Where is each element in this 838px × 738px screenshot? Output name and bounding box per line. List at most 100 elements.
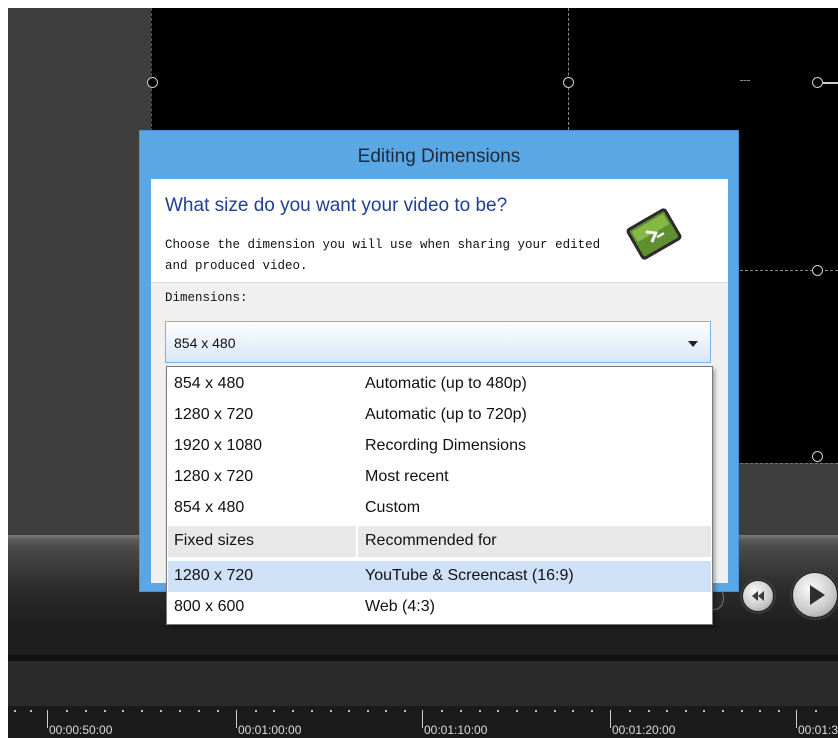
dropdown-option[interactable]: 800 x 600 Web (4:3) <box>168 592 711 623</box>
option-description: Automatic (up to 720p) <box>365 406 527 423</box>
ruler-tick <box>554 710 556 712</box>
ruler-tick <box>30 710 32 712</box>
ruler-tick <box>516 710 518 712</box>
ruler-tick <box>367 710 369 712</box>
left-panel <box>8 8 151 535</box>
resize-handle[interactable] <box>812 451 823 462</box>
ruler-label: 00:01:20:00 <box>612 723 676 737</box>
ruler-tick <box>778 710 780 712</box>
ruler-tick <box>104 710 106 712</box>
dropdown-option[interactable]: 1920 x 1080 Recording Dimensions <box>168 431 711 462</box>
ruler-tick <box>535 710 537 712</box>
dimensions-select-value: 854 x 480 <box>174 335 236 351</box>
ruler-tick <box>85 710 87 712</box>
group-header-recommended: Recommended for <box>365 532 497 549</box>
ruler-tick <box>66 710 68 712</box>
play-icon <box>810 585 825 605</box>
ruler-tick <box>404 710 406 712</box>
dialog-question: What size do you want your video to be? <box>165 195 508 216</box>
ruler-tick <box>815 710 817 712</box>
ruler-tick <box>311 710 313 712</box>
ruler-tick <box>497 710 499 712</box>
ruler-tick <box>759 710 761 712</box>
option-description: Recording Dimensions <box>365 437 526 454</box>
timeline-track[interactable] <box>8 661 838 706</box>
column-separator <box>356 526 358 557</box>
ruler-tick <box>648 710 650 712</box>
ruler-tick <box>179 710 181 712</box>
resize-handle[interactable] <box>147 77 158 88</box>
ruler-tick <box>610 710 611 728</box>
handle-line <box>823 82 838 84</box>
dimensions-label: Dimensions: <box>165 291 248 305</box>
dropdown-option[interactable]: 1280 x 720 Automatic (up to 720p) <box>168 400 711 431</box>
ruler-tick <box>572 710 574 712</box>
ruler-tick <box>141 710 143 712</box>
ruler-tick <box>348 710 350 712</box>
rewind-button[interactable] <box>742 580 774 612</box>
option-description: Custom <box>365 499 421 516</box>
rewind-icon <box>752 591 764 601</box>
option-description: Most recent <box>365 468 449 485</box>
playback-controls-lower <box>8 625 838 655</box>
ruler-tick <box>591 710 593 712</box>
option-description: YouTube & Screencast (16:9) <box>365 567 574 584</box>
dropdown-option-highlighted[interactable]: 1280 x 720 YouTube & Screencast (16:9) <box>168 561 711 592</box>
ruler-tick <box>796 710 797 728</box>
ruler-tick <box>422 710 423 728</box>
timeline-ruler[interactable] <box>8 706 838 738</box>
window-edge <box>0 0 8 738</box>
resize-handle[interactable] <box>812 265 823 276</box>
dropdown-group-header: Fixed sizes Recommended for <box>168 526 711 557</box>
ruler-label: 00:00:50:00 <box>49 723 113 737</box>
ruler-tick <box>14 710 16 712</box>
ruler-label: 00:01:3 <box>798 723 838 737</box>
ruler-tick <box>292 710 294 712</box>
option-size: 1280 x 720 <box>174 406 254 423</box>
ruler-tick <box>330 710 332 712</box>
dropdown-option[interactable]: 854 x 480 Custom <box>168 493 711 524</box>
ruler-tick <box>385 710 387 712</box>
ruler-tick <box>685 710 687 712</box>
option-description: Web (4:3) <box>365 598 435 615</box>
option-size: 800 x 600 <box>174 598 245 615</box>
dropdown-option[interactable]: 854 x 480 Automatic (up to 480p) <box>168 369 711 400</box>
resize-handle[interactable] <box>812 77 823 88</box>
option-description: Automatic (up to 480p) <box>365 375 527 392</box>
ruler-label: 00:01:10:00 <box>424 723 488 737</box>
option-size: 854 x 480 <box>174 499 245 516</box>
guide-vertical <box>568 8 569 130</box>
dialog-description: Choose the dimension you will use when s… <box>165 238 601 273</box>
chevron-down-icon[interactable] <box>688 341 698 347</box>
ruler-tick <box>47 710 48 728</box>
dropdown-option[interactable]: 1280 x 720 Most recent <box>168 462 711 493</box>
ruler-tick <box>460 710 462 712</box>
dimensions-dropdown-list: 854 x 480 Automatic (up to 480p) 1280 x … <box>166 366 713 625</box>
ruler-tick <box>160 710 162 712</box>
ruler-tick <box>722 710 724 712</box>
ruler-tick <box>441 710 443 712</box>
ruler-tick <box>703 710 705 712</box>
option-size: 1280 x 720 <box>174 567 254 584</box>
guide-horizontal <box>740 80 750 81</box>
dialog-header: What size do you want your video to be? … <box>151 179 728 283</box>
play-button[interactable] <box>792 572 838 618</box>
ruler-label: 00:01:00:00 <box>238 723 302 737</box>
ruler-tick <box>236 710 237 728</box>
ruler-tick <box>741 710 743 712</box>
guide-horizontal <box>740 270 838 271</box>
ruler-tick <box>273 710 275 712</box>
ruler-tick <box>198 710 200 712</box>
ruler-tick <box>217 710 219 712</box>
dimensions-select[interactable]: 854 x 480 <box>165 321 711 363</box>
ruler-tick <box>629 710 631 712</box>
camtasia-logo-icon <box>626 208 682 260</box>
dialog-title: Editing Dimensions <box>357 146 521 167</box>
ruler-tick <box>255 710 257 712</box>
option-size: 1280 x 720 <box>174 468 254 485</box>
ruler-tick <box>666 710 668 712</box>
resize-handle[interactable] <box>563 77 574 88</box>
option-size: 1920 x 1080 <box>174 437 263 454</box>
group-header-fixed-sizes: Fixed sizes <box>174 532 255 549</box>
ruler-tick <box>479 710 481 712</box>
